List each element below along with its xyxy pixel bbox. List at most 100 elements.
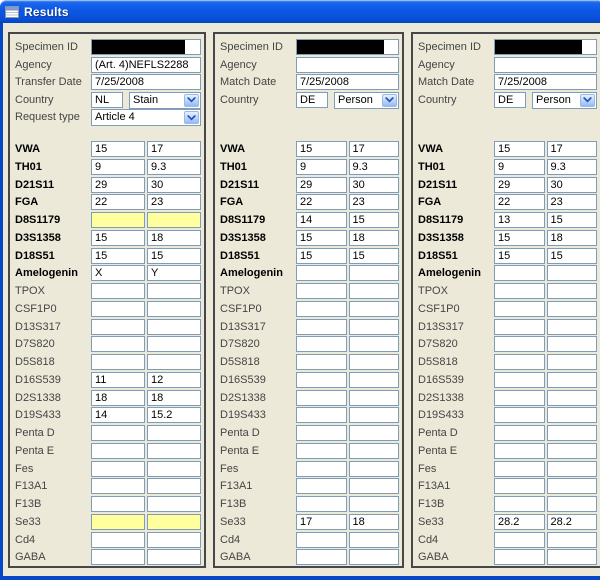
allele-1-field[interactable]: 22 [91, 194, 145, 210]
allele-2-field[interactable] [547, 496, 598, 512]
allele-2-field[interactable] [349, 301, 400, 317]
allele-1-field[interactable]: 17 [296, 514, 347, 530]
allele-1-field[interactable] [296, 283, 347, 299]
allele-2-field[interactable] [547, 549, 598, 565]
allele-2-field[interactable]: 30 [349, 177, 400, 193]
allele-1-field[interactable]: 14 [91, 407, 145, 423]
allele-2-field[interactable]: 18 [147, 230, 201, 246]
dropdown-button[interactable] [184, 111, 199, 124]
allele-2-field[interactable] [349, 478, 400, 494]
allele-1-field[interactable] [296, 407, 347, 423]
allele-2-field[interactable] [547, 354, 598, 370]
allele-1-field[interactable]: 15 [91, 248, 145, 264]
allele-2-field[interactable]: 18 [349, 514, 400, 530]
allele-1-field[interactable] [494, 532, 545, 548]
allele-2-field[interactable] [147, 283, 201, 299]
allele-2-field[interactable]: 15 [349, 248, 400, 264]
allele-2-field[interactable] [147, 549, 201, 565]
allele-1-field[interactable] [91, 514, 145, 530]
allele-2-field[interactable] [349, 549, 400, 565]
allele-1-field[interactable] [494, 336, 545, 352]
dropdown-button[interactable] [580, 94, 595, 107]
allele-2-field[interactable] [147, 461, 201, 477]
allele-1-field[interactable] [494, 407, 545, 423]
allele-2-field[interactable] [349, 372, 400, 388]
allele-1-field[interactable] [296, 336, 347, 352]
allele-1-field[interactable]: X [91, 265, 145, 281]
allele-1-field[interactable]: 29 [296, 177, 347, 193]
allele-2-field[interactable]: 18 [349, 230, 400, 246]
allele-2-field[interactable]: 17 [147, 141, 201, 157]
allele-2-field[interactable]: 30 [547, 177, 598, 193]
allele-1-field[interactable] [494, 319, 545, 335]
allele-2-field[interactable] [349, 354, 400, 370]
match-date-field[interactable]: 7/25/2008 [494, 74, 597, 90]
allele-1-field[interactable] [91, 301, 145, 317]
allele-2-field[interactable] [147, 319, 201, 335]
allele-1-field[interactable]: 15 [296, 141, 347, 157]
allele-1-field[interactable]: 15 [91, 230, 145, 246]
allele-2-field[interactable] [147, 301, 201, 317]
allele-1-field[interactable] [91, 283, 145, 299]
allele-2-field[interactable]: 30 [147, 177, 201, 193]
dropdown-button[interactable] [382, 94, 397, 107]
allele-1-field[interactable]: 29 [494, 177, 545, 193]
allele-1-field[interactable]: 18 [91, 390, 145, 406]
allele-1-field[interactable]: 15 [91, 141, 145, 157]
allele-1-field[interactable] [296, 390, 347, 406]
allele-2-field[interactable] [547, 336, 598, 352]
allele-2-field[interactable]: 18 [147, 390, 201, 406]
allele-2-field[interactable] [147, 425, 201, 441]
allele-1-field[interactable] [296, 319, 347, 335]
allele-2-field[interactable] [349, 461, 400, 477]
allele-1-field[interactable] [296, 265, 347, 281]
allele-2-field[interactable] [547, 443, 598, 459]
allele-1-field[interactable] [494, 425, 545, 441]
allele-2-field[interactable] [547, 390, 598, 406]
allele-2-field[interactable] [147, 478, 201, 494]
allele-2-field[interactable]: 23 [547, 194, 598, 210]
allele-1-field[interactable] [494, 265, 545, 281]
country-code-field[interactable]: DE [494, 92, 526, 108]
allele-1-field[interactable] [91, 549, 145, 565]
allele-2-field[interactable] [147, 532, 201, 548]
allele-2-field[interactable]: 23 [147, 194, 201, 210]
country-code-field[interactable]: DE [296, 92, 328, 108]
allele-1-field[interactable] [91, 212, 145, 228]
allele-1-field[interactable] [296, 478, 347, 494]
allele-1-field[interactable] [494, 461, 545, 477]
allele-2-field[interactable] [349, 407, 400, 423]
allele-1-field[interactable] [494, 443, 545, 459]
allele-1-field[interactable] [296, 354, 347, 370]
allele-2-field[interactable] [547, 319, 598, 335]
allele-1-field[interactable]: 22 [494, 194, 545, 210]
allele-1-field[interactable]: 14 [296, 212, 347, 228]
allele-2-field[interactable]: 9.3 [147, 159, 201, 175]
allele-1-field[interactable]: 15 [494, 141, 545, 157]
allele-2-field[interactable] [349, 319, 400, 335]
allele-2-field[interactable]: 9.3 [349, 159, 400, 175]
allele-1-field[interactable] [91, 443, 145, 459]
allele-2-field[interactable] [349, 532, 400, 548]
allele-1-field[interactable]: 9 [91, 159, 145, 175]
allele-1-field[interactable]: 15 [296, 230, 347, 246]
allele-2-field[interactable] [349, 336, 400, 352]
allele-1-field[interactable] [494, 478, 545, 494]
allele-1-field[interactable] [494, 390, 545, 406]
allele-2-field[interactable]: Y [147, 265, 201, 281]
allele-1-field[interactable] [296, 496, 347, 512]
allele-2-field[interactable] [349, 390, 400, 406]
allele-1-field[interactable] [494, 354, 545, 370]
allele-1-field[interactable] [296, 461, 347, 477]
allele-2-field[interactable]: 28.2 [547, 514, 598, 530]
specimen-id-field[interactable] [91, 39, 201, 55]
allele-1-field[interactable]: 29 [91, 177, 145, 193]
allele-1-field[interactable] [494, 549, 545, 565]
allele-2-field[interactable]: 15 [349, 212, 400, 228]
transfer-date-field[interactable]: 7/25/2008 [91, 74, 201, 90]
allele-2-field[interactable] [547, 532, 598, 548]
allele-1-field[interactable]: 28.2 [494, 514, 545, 530]
allele-2-field[interactable]: 12 [147, 372, 201, 388]
allele-1-field[interactable] [494, 372, 545, 388]
allele-2-field[interactable] [349, 443, 400, 459]
